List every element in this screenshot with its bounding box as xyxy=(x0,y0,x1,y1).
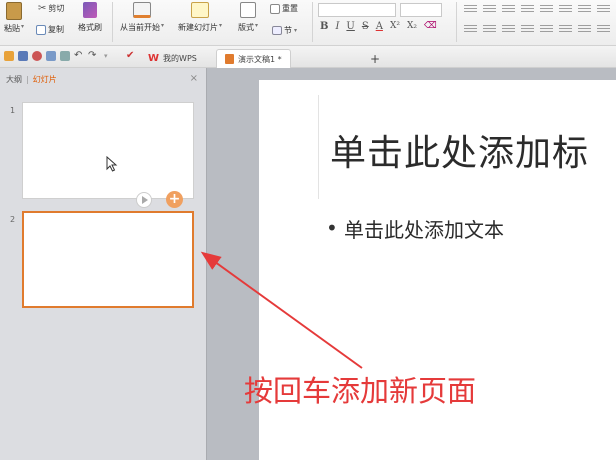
cut-label: 剪切 xyxy=(48,4,65,13)
copy-icon xyxy=(36,24,46,35)
add-slide-button[interactable]: + xyxy=(166,191,183,208)
slide-thumbnail-1[interactable] xyxy=(22,102,194,199)
paint-brush-icon xyxy=(83,2,97,18)
clear-format-button[interactable]: ⌫ xyxy=(424,21,437,32)
layout-label: 版式 xyxy=(238,23,254,32)
plus-icon: + xyxy=(168,191,181,207)
presentation-file-icon xyxy=(225,54,234,64)
text-box-icon[interactable] xyxy=(578,25,591,34)
numbered-list-icon[interactable] xyxy=(483,5,496,14)
ribbon-divider xyxy=(112,2,113,42)
font-family-select[interactable] xyxy=(318,3,396,17)
body-placeholder[interactable]: 单击此处添加文本 xyxy=(344,214,504,243)
new-tab-button[interactable]: + xyxy=(366,49,384,68)
new-slide-button[interactable]: 新建幻灯片 ▾ xyxy=(178,2,222,33)
align-left-icon[interactable] xyxy=(464,25,477,34)
superscript-button[interactable]: X² xyxy=(390,21,400,32)
play-slide-button[interactable] xyxy=(136,192,152,208)
cut-button[interactable]: ✂ 剪切 xyxy=(38,3,64,14)
subscript-button[interactable]: X₂ xyxy=(407,21,417,32)
wps-logo-icon: W xyxy=(148,53,160,64)
columns-icon[interactable] xyxy=(578,5,591,14)
play-icon xyxy=(142,196,148,204)
paragraph-more-icon[interactable] xyxy=(597,5,610,14)
panel-header: 大纲 | 幻灯片 xyxy=(0,68,207,90)
undo-icon[interactable]: ↶ xyxy=(74,51,84,61)
pin-icon[interactable]: ✔ xyxy=(126,51,136,61)
align-buttons xyxy=(464,25,610,34)
bold-button[interactable]: B xyxy=(320,21,328,32)
decrease-indent-icon[interactable] xyxy=(502,5,515,14)
underline-button[interactable]: U xyxy=(346,21,354,32)
open-folder-icon[interactable] xyxy=(4,51,14,61)
bullet-icon: • xyxy=(326,216,338,240)
format-painter-button[interactable]: 格式刷 xyxy=(78,2,102,33)
copy-label: 复制 xyxy=(48,25,64,34)
reset-button[interactable]: 重置 xyxy=(270,3,298,14)
font-format-buttons: B I U S A X² X₂ ⌫ xyxy=(320,21,437,32)
increase-indent-icon[interactable] xyxy=(521,5,534,14)
paste-icon xyxy=(6,2,22,20)
justify-icon[interactable] xyxy=(521,25,534,34)
tab-my-wps[interactable]: W 我的WPS xyxy=(140,49,205,68)
annotation-text: 按回车添加新页面 xyxy=(244,374,477,408)
slides-panel: 大纲 | 幻灯片 × 1 2 xyxy=(0,68,207,460)
strikethrough-button[interactable]: S xyxy=(362,21,369,32)
distribute-icon[interactable] xyxy=(540,25,553,34)
scissors-icon: ✂ xyxy=(38,3,47,14)
text-direction-icon[interactable] xyxy=(559,5,572,14)
slide-2-number: 2 xyxy=(10,215,16,224)
title-placeholder[interactable]: 单击此处添加标 xyxy=(330,124,589,176)
slide-thumbnail-2[interactable] xyxy=(22,211,194,308)
section-label: 节 xyxy=(284,26,292,35)
save-icon[interactable] xyxy=(18,51,28,61)
font-size-select[interactable] xyxy=(400,3,442,17)
new-slide-label: 新建幻灯片 xyxy=(178,23,218,32)
align-right-icon[interactable] xyxy=(502,25,515,34)
section-button[interactable]: 节 ▾ xyxy=(272,25,297,36)
format-painter-label: 格式刷 xyxy=(78,23,102,32)
preview-icon[interactable] xyxy=(46,51,56,61)
print-icon[interactable] xyxy=(32,51,42,61)
tab-presentation-1[interactable]: 演示文稿1 * xyxy=(216,49,291,68)
slideshow-icon xyxy=(133,2,151,18)
tab-slides[interactable]: 幻灯片 xyxy=(33,74,57,85)
paste-label: 粘贴 xyxy=(4,24,20,33)
list-buttons xyxy=(464,5,610,14)
panel-tab-divider: | xyxy=(26,74,29,84)
new-slide-icon xyxy=(191,2,209,18)
ribbon-divider xyxy=(312,2,313,42)
reset-icon xyxy=(270,3,280,14)
plus-icon: + xyxy=(370,51,381,66)
ribbon-toolbar: 粘贴 ▾ ✂ 剪切 复制 格式刷 从当前开始 ▾ 新建幻灯片 ▾ 版式 ▾ 重置 节 ▾… xyxy=(0,0,616,46)
tab-presentation-1-label: 演示文稿1 * xyxy=(238,54,282,64)
align-center-icon[interactable] xyxy=(483,25,496,34)
reset-label: 重置 xyxy=(282,4,298,13)
export-icon[interactable] xyxy=(60,51,70,61)
line-spacing-icon[interactable] xyxy=(540,5,553,14)
layout-button[interactable]: 版式 ▾ xyxy=(238,2,258,33)
mouse-cursor-icon xyxy=(106,156,118,172)
bullet-list-icon[interactable] xyxy=(464,5,477,14)
play-from-current-button[interactable]: 从当前开始 ▾ xyxy=(120,2,164,33)
close-icon[interactable]: × xyxy=(190,73,198,84)
tab-my-wps-label: 我的WPS xyxy=(163,54,197,63)
paste-button[interactable]: 粘贴 ▾ xyxy=(4,2,24,34)
ribbon-divider xyxy=(456,2,457,42)
italic-button[interactable]: I xyxy=(335,21,339,32)
layout-icon xyxy=(240,2,256,18)
slide-1-number: 1 xyxy=(10,106,16,115)
copy-button[interactable]: 复制 xyxy=(36,24,64,35)
customize-toolbar-icon[interactable]: ▾ xyxy=(104,51,114,61)
font-color-button[interactable]: A xyxy=(376,21,383,32)
play-from-current-label: 从当前开始 xyxy=(120,23,160,32)
vertical-align-icon[interactable] xyxy=(559,25,572,34)
tab-outline[interactable]: 大纲 xyxy=(6,74,22,85)
redo-icon[interactable]: ↷ xyxy=(88,51,98,61)
align-more-icon[interactable] xyxy=(597,25,610,34)
section-icon xyxy=(272,26,282,35)
document-tab-bar: ↶ ↷ ▾ ✔ W 我的WPS 演示文稿1 * + xyxy=(0,46,616,68)
